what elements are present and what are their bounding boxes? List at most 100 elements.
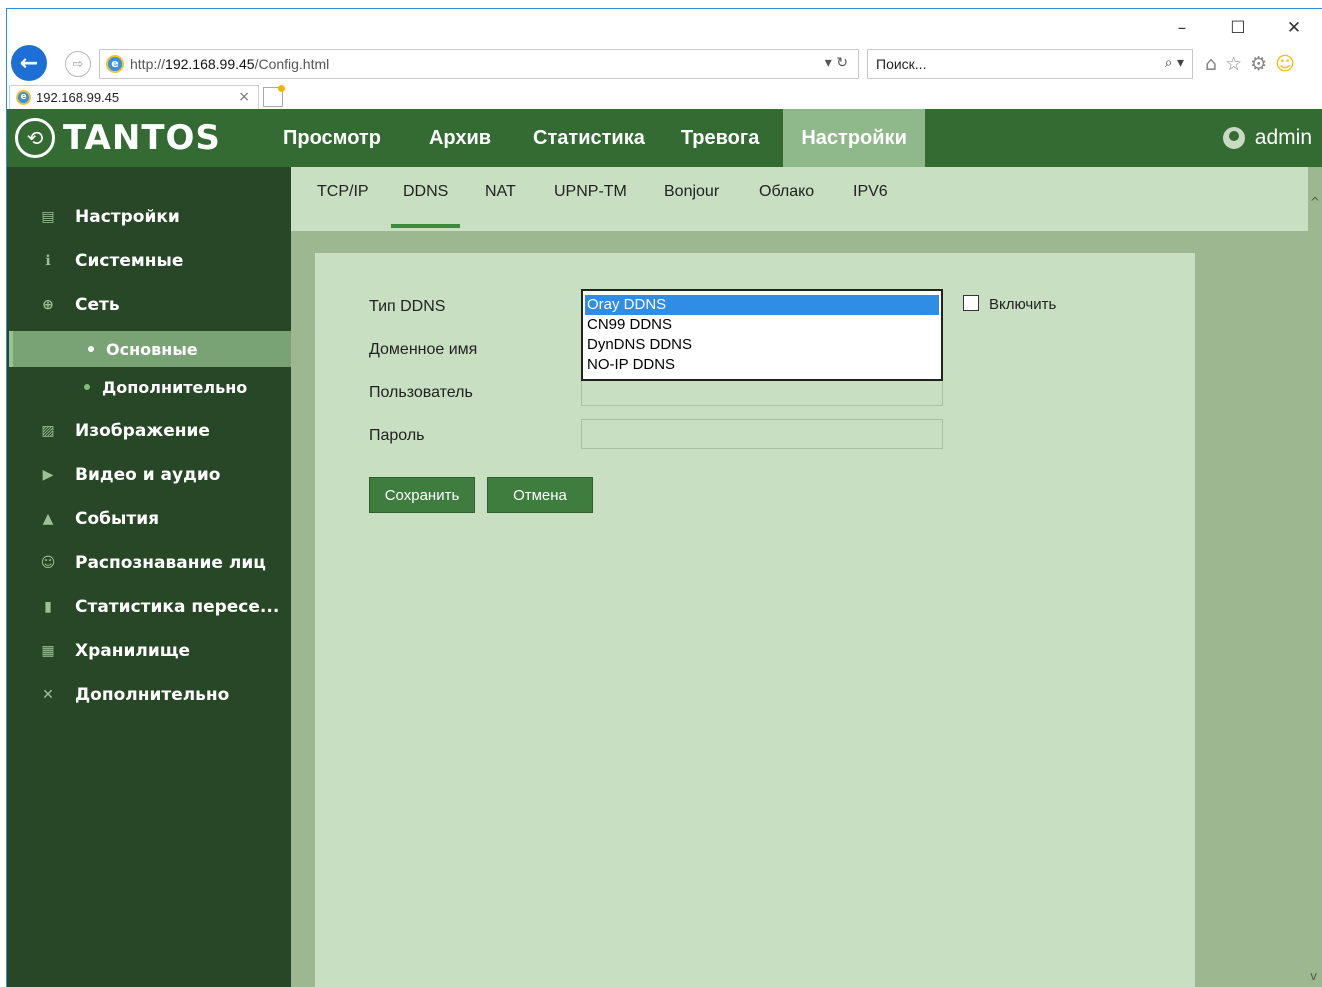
- user-icon: [1222, 127, 1245, 149]
- new-tab-icon[interactable]: [263, 85, 285, 107]
- tab-cloud[interactable]: Облако: [759, 183, 814, 201]
- logo-mark-icon: ⟲: [15, 118, 55, 158]
- bar-chart-icon: ▮: [44, 599, 52, 615]
- menu-item-statistics[interactable]: Статистика: [515, 109, 663, 167]
- sidebar-item-crossing-stats[interactable]: ▮ Статистика пересе...: [7, 589, 291, 625]
- sidebar-item-storage[interactable]: ▦ Хранилище: [7, 633, 291, 669]
- cancel-button[interactable]: Отмена: [487, 477, 593, 513]
- tab-close-icon[interactable]: ×: [238, 89, 250, 105]
- tab-ddns[interactable]: DDNS: [403, 183, 448, 201]
- sidebar-subitem-basic[interactable]: Основные: [9, 331, 291, 367]
- menu-item-view[interactable]: Просмотр: [265, 109, 399, 167]
- back-arrow-icon[interactable]: ←: [11, 45, 47, 81]
- ddns-settings-panel: Тип DDNS Доменное имя Пользователь Парол…: [315, 253, 1195, 987]
- face-icon: ☺: [40, 555, 56, 571]
- image-icon: ▨: [41, 423, 55, 439]
- bullet-icon: [88, 346, 94, 352]
- browser-tab[interactable]: e 192.168.99.45 ×: [9, 85, 259, 109]
- tools-icon: ✕: [42, 687, 54, 703]
- menu-item-alarm[interactable]: Тревога: [663, 109, 778, 167]
- network-subtabs: TCP/IP DDNS NAT UPNP-TM Bonjour Облако I…: [291, 167, 1322, 231]
- ddns-option[interactable]: NO-IP DDNS: [585, 355, 939, 375]
- sidebar-item-settings[interactable]: ▤ Настройки: [7, 199, 291, 235]
- sidebar-item-label: Настройки: [75, 207, 180, 227]
- feedback-smiley-icon[interactable]: ☺: [1275, 53, 1295, 75]
- tab-upnp-tm[interactable]: UPNP-TM: [554, 183, 627, 201]
- ie-icon: e: [106, 55, 124, 73]
- close-button[interactable]: ✕: [1266, 15, 1322, 41]
- ddns-option[interactable]: CN99 DDNS: [585, 315, 939, 335]
- tab-bonjour[interactable]: Bonjour: [664, 183, 719, 201]
- tab-nat[interactable]: NAT: [485, 183, 516, 201]
- password-field[interactable]: [581, 419, 943, 449]
- main-menu: Просмотр Архив Статистика Тревога Настро…: [265, 109, 925, 167]
- sidebar-item-label: Статистика пересе...: [75, 597, 280, 617]
- browser-window: – ☐ ✕ ← ⇨ e http://192.168.99.45/Config.…: [6, 8, 1322, 987]
- info-icon: ℹ: [45, 253, 51, 269]
- search-placeholder: Поиск...: [876, 56, 927, 72]
- top-navigation: ⟲ TANTOS Просмотр Архив Статистика Трево…: [7, 109, 1322, 167]
- bullet-icon: [84, 384, 90, 390]
- sidebar-item-label: Распознавание лиц: [75, 553, 266, 573]
- refresh-icon[interactable]: ▾ ↻: [825, 55, 848, 71]
- sidebar-item-label: Дополнительно: [75, 685, 230, 705]
- sidebar-item-image[interactable]: ▨ Изображение: [7, 413, 291, 449]
- address-bar[interactable]: e http://192.168.99.45/Config.html ▾ ↻: [99, 49, 859, 79]
- maximize-button[interactable]: ☐: [1210, 15, 1266, 41]
- sidebar-subitem-advanced[interactable]: Дополнительно: [9, 369, 291, 405]
- sidebar-item-label: Сеть: [75, 295, 120, 315]
- tantos-logo: ⟲ TANTOS: [15, 118, 221, 158]
- content-area: TCP/IP DDNS NAT UPNP-TM Bonjour Облако I…: [291, 167, 1322, 987]
- monitor-icon: ▤: [41, 209, 55, 225]
- bell-icon: ▲: [42, 511, 54, 527]
- ddns-option[interactable]: DynDNS DDNS: [585, 335, 939, 355]
- ddns-type-dropdown[interactable]: Oray DDNS CN99 DDNS DynDNS DDNS NO-IP DD…: [581, 289, 943, 381]
- minimize-button[interactable]: –: [1154, 15, 1210, 41]
- sidebar-item-label: Видео и аудио: [75, 465, 221, 485]
- sidebar-subitem-label: Основные: [106, 339, 198, 359]
- sidebar: ▤ Настройки ℹ Системные ⊕ Сеть Основные …: [7, 167, 291, 987]
- sidebar-item-additional[interactable]: ✕ Дополнительно: [7, 677, 291, 713]
- search-icon[interactable]: ⌕ ▾: [1165, 55, 1184, 71]
- enable-label: Включить: [989, 296, 1057, 313]
- forward-arrow-icon[interactable]: ⇨: [65, 51, 91, 77]
- tab-tcpip[interactable]: TCP/IP: [317, 183, 369, 201]
- logo-text: TANTOS: [63, 118, 221, 158]
- sidebar-item-face-recognition[interactable]: ☺ Распознавание лиц: [7, 545, 291, 581]
- gear-icon[interactable]: ⚙: [1250, 53, 1267, 75]
- browser-nav-row: ← ⇨ e http://192.168.99.45/Config.html ▾…: [7, 45, 1322, 83]
- ie-icon: e: [16, 90, 31, 105]
- tab-ipv6[interactable]: IPV6: [853, 183, 888, 201]
- ddns-type-label: Тип DDNS: [369, 298, 446, 315]
- sidebar-item-label: Хранилище: [75, 641, 191, 661]
- save-button[interactable]: Сохранить: [369, 477, 475, 513]
- storage-icon: ▦: [41, 643, 55, 659]
- sidebar-item-events[interactable]: ▲ События: [7, 501, 291, 537]
- browser-tab-title: 192.168.99.45: [36, 90, 120, 105]
- browser-tab-row: e 192.168.99.45 ×: [7, 85, 1322, 109]
- page-scrollbar[interactable]: ^ v: [1308, 167, 1322, 987]
- home-icon[interactable]: ⌂: [1205, 53, 1217, 75]
- active-tab-indicator: [391, 224, 460, 228]
- enable-checkbox[interactable]: [963, 295, 979, 311]
- domain-name-label: Доменное имя: [369, 341, 478, 358]
- scroll-down-icon[interactable]: v: [1310, 969, 1317, 983]
- address-prefix: http://: [130, 56, 166, 72]
- search-input[interactable]: Поиск... ⌕ ▾: [867, 49, 1193, 79]
- scroll-up-icon[interactable]: ^: [1310, 195, 1320, 209]
- sidebar-item-network[interactable]: ⊕ Сеть: [7, 287, 291, 323]
- sidebar-item-system[interactable]: ℹ Системные: [7, 243, 291, 279]
- user-menu[interactable]: admin: [1222, 109, 1312, 167]
- user-label: Пользователь: [369, 384, 473, 401]
- menu-item-archive[interactable]: Архив: [411, 109, 509, 167]
- tantos-app: ⟲ TANTOS Просмотр Архив Статистика Трево…: [7, 109, 1322, 987]
- browser-tools: ⌂ ☆ ⚙ ☺: [1205, 53, 1295, 75]
- window-controls: – ☐ ✕: [1154, 15, 1322, 41]
- menu-item-settings[interactable]: Настройки: [783, 109, 925, 167]
- password-label: Пароль: [369, 427, 425, 444]
- globe-icon: ⊕: [42, 297, 54, 313]
- favorites-icon[interactable]: ☆: [1225, 53, 1242, 75]
- user-name: admin: [1254, 126, 1312, 149]
- ddns-option[interactable]: Oray DDNS: [585, 295, 939, 315]
- sidebar-item-video-audio[interactable]: ▶ Видео и аудио: [7, 457, 291, 493]
